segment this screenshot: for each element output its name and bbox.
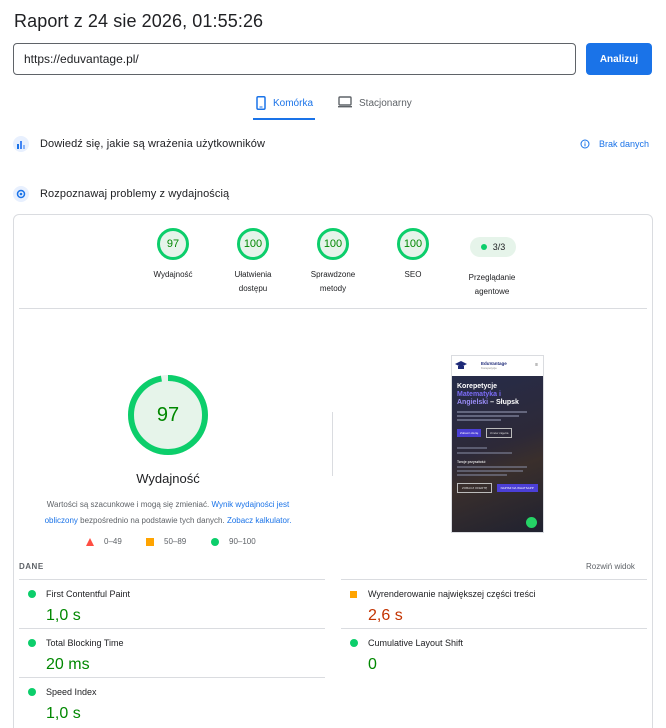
- smartphone-icon: [256, 96, 266, 110]
- triangle-icon: [86, 537, 94, 546]
- category-performance[interactable]: 97 Wydajność: [133, 228, 213, 282]
- pass-dot-icon: [28, 590, 36, 598]
- divider: [19, 308, 647, 309]
- hero-headline: Korepetycje Matematyka i Angielski – Słup…: [457, 383, 538, 407]
- metric-tbt: Total Blocking Time 20 ms: [28, 638, 124, 674]
- no-data-label: Brak danych: [599, 139, 650, 149]
- hero-section-label: Twoje przyszłość: [457, 460, 486, 464]
- tab-desktop[interactable]: Stacjonarny: [338, 96, 412, 122]
- circle-icon: [211, 537, 219, 546]
- metric-divider: [19, 579, 325, 580]
- metric-fcp: First Contentful Paint 1,0 s: [28, 589, 130, 625]
- average-square-icon: [350, 590, 357, 598]
- agent-badge[interactable]: 3/3: [470, 237, 516, 257]
- legend-range: 0–49: [104, 537, 122, 546]
- metric-name: Speed Index: [46, 687, 97, 697]
- agent-label-line2: agentowe: [474, 287, 510, 296]
- agent-label: Przeglądanie agentowe: [452, 271, 532, 299]
- lab-data-label: Rozpoznawaj problemy z wydajnością: [40, 188, 230, 200]
- hero-line4: – Słupsk: [490, 399, 519, 406]
- tab-mobile-label: Komórka: [273, 98, 314, 109]
- metric-name: Wyrenderowanie największej części treści: [368, 589, 536, 599]
- active-tab-indicator: [253, 118, 315, 120]
- category-label-line2: dostępu: [238, 284, 268, 293]
- score-gauge: 97: [157, 228, 189, 260]
- disclaimer-text-2: bezpośrednio na podstawie tych danych.: [80, 516, 225, 525]
- performance-label: Wydajność: [136, 471, 200, 486]
- whatsapp-icon: [526, 517, 537, 528]
- lab-data-header: Rozpoznawaj problemy z wydajnością: [13, 186, 229, 202]
- category-accessibility[interactable]: 100 Ułatwienia dostępu: [213, 228, 293, 296]
- page-screenshot: EduVantage Korepetycje ≡ Korepetycje Mat…: [451, 355, 544, 533]
- metric-value: 20 ms: [46, 656, 90, 673]
- report-title: Raport z 24 sie 2026, 01:55:26: [14, 11, 264, 31]
- metric-divider: [341, 579, 647, 580]
- pass-dot-icon: [28, 688, 36, 696]
- url-input[interactable]: [13, 43, 576, 75]
- analyze-button[interactable]: Analizuj: [586, 43, 652, 75]
- tab-desktop-label: Stacjonarny: [359, 98, 412, 109]
- metric-lcp: Wyrenderowanie największej części treści…: [350, 589, 535, 625]
- calculator-link[interactable]: Zobacz kalkulator.: [227, 516, 291, 525]
- metric-divider: [341, 628, 647, 629]
- hero-line2: Matematyka i: [457, 391, 501, 398]
- diagnose-icon: [13, 186, 29, 202]
- score-gauge: 100: [237, 228, 269, 260]
- hero-button-whatsapp: NAPISZ NA WHATSAPP: [496, 484, 538, 492]
- performance-score: 97: [156, 403, 180, 426]
- category-best-practices[interactable]: 100 Sprawdzone metody: [293, 228, 373, 296]
- metric-value: 0: [368, 656, 377, 673]
- metric-name: Total Blocking Time: [46, 638, 124, 648]
- metric-value: 1,0 s: [46, 705, 81, 722]
- legend-pass: 90–100: [211, 537, 256, 546]
- field-data-header: Dowiedź się, jakie są wrażenia użytkowni…: [13, 136, 265, 152]
- score-gauge: 100: [317, 228, 349, 260]
- disclaimer-text: Wartości są szacunkowe i mogą się zmieni…: [46, 500, 210, 509]
- legend-average: 50–89: [146, 537, 186, 546]
- category-label: Ułatwienia: [234, 270, 272, 279]
- pass-dot-icon: [480, 244, 487, 250]
- metric-divider: [19, 628, 325, 629]
- metric-value: 1,0 s: [46, 607, 81, 624]
- no-data-link[interactable]: Brak danych: [580, 139, 649, 149]
- hero-line3: Angielski: [457, 399, 489, 406]
- square-icon: [146, 537, 154, 546]
- field-data-icon: [13, 136, 29, 152]
- metric-name: Cumulative Layout Shift: [368, 638, 464, 648]
- expand-view-toggle[interactable]: Rozwiń widok: [586, 562, 635, 571]
- metric-cls: Cumulative Layout Shift 0: [350, 638, 463, 674]
- field-data-label: Dowiedź się, jakie są wrażenia użytkowni…: [40, 138, 266, 150]
- hero-cta-primary: Zobacz ofertę: [457, 429, 482, 437]
- desktop-icon: [338, 96, 352, 108]
- metric-value: 2,6 s: [368, 607, 403, 624]
- vertical-divider: [332, 412, 333, 476]
- pass-dot-icon: [350, 639, 358, 647]
- legend-fail: 0–49: [86, 537, 122, 546]
- metrics-section-label: DANE: [19, 562, 44, 571]
- agent-label-line1: Przeglądanie: [468, 273, 516, 282]
- category-label: Wydajność: [153, 270, 193, 279]
- metric-name: First Contentful Paint: [46, 589, 131, 599]
- category-seo[interactable]: 100 SEO: [373, 228, 453, 282]
- category-label: SEO: [404, 270, 422, 279]
- metric-divider: [19, 677, 325, 678]
- legend-range: 90–100: [229, 537, 256, 546]
- category-label: Sprawdzone: [310, 270, 356, 279]
- legend-range: 50–89: [164, 537, 187, 546]
- brand-sub: Korepetycje: [481, 366, 497, 370]
- hero-button-offer: ZOBACZ OFERTĘ: [457, 483, 493, 493]
- hero-line1: Korepetycje: [457, 383, 498, 390]
- info-icon: [580, 139, 590, 149]
- menu-icon: ≡: [535, 362, 538, 368]
- agent-score: 3/3: [492, 242, 506, 252]
- metric-speed-index: Speed Index 1,0 s: [28, 687, 97, 723]
- score-disclaimer: Wartości są szacunkowe i mogą się zmieni…: [40, 497, 296, 529]
- score-gauge: 100: [397, 228, 429, 260]
- pass-dot-icon: [28, 639, 36, 647]
- hero-cta-secondary: Umów zajęcia: [485, 428, 513, 438]
- logo-icon: [455, 361, 467, 369]
- category-label-line2: metody: [319, 284, 347, 293]
